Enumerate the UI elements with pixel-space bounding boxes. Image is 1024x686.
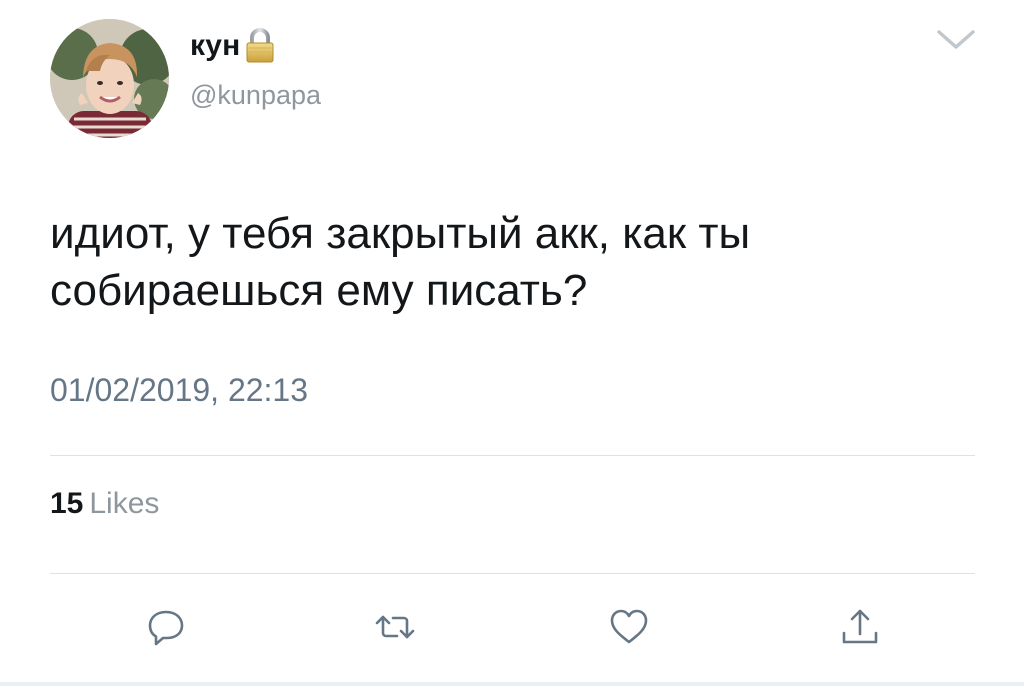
display-name[interactable]: кун: [190, 29, 240, 63]
share-icon[interactable]: [838, 605, 882, 649]
heart-icon[interactable]: [607, 605, 651, 649]
user-handle[interactable]: @kunpapa: [190, 80, 321, 111]
likes-label: Likes: [89, 487, 160, 520]
bottom-edge: [0, 682, 1024, 686]
tweet-card: кун @kunpapa идиот, у тебя закрытый акк,…: [0, 0, 1024, 686]
divider: [50, 455, 975, 456]
likes-count: 15: [50, 487, 84, 520]
lock-icon: [246, 28, 274, 63]
tweet-text-line: собираешься ему писать?: [50, 266, 588, 315]
chevron-down-icon[interactable]: [934, 24, 978, 54]
tweet-text-line: идиот, у тебя закрытый акк, как ты: [50, 209, 751, 258]
avatar[interactable]: [50, 19, 169, 138]
retweet-icon[interactable]: [373, 605, 417, 649]
tweet-timestamp[interactable]: 01/02/2019, 22:13: [50, 372, 308, 409]
tweet-text: идиот, у тебя закрытый акк, как ты собир…: [50, 205, 950, 319]
avatar-image: [50, 19, 169, 138]
reply-icon[interactable]: [145, 605, 189, 649]
likes-stat[interactable]: 15 Likes: [50, 487, 159, 521]
divider: [50, 573, 975, 574]
user-name-row: кун: [190, 26, 276, 66]
